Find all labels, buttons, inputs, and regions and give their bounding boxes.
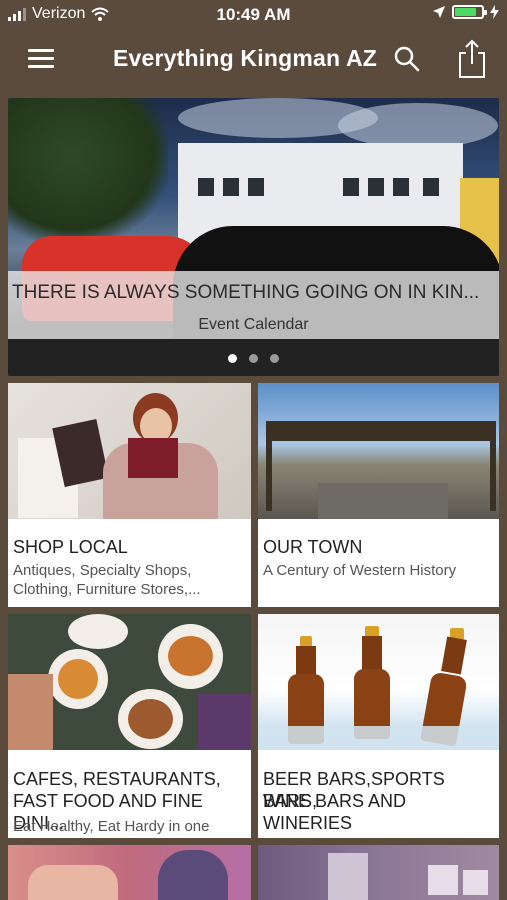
search-icon[interactable] xyxy=(393,45,421,73)
carousel-dot[interactable] xyxy=(249,354,258,363)
card-cafes-restaurants[interactable]: CAFES, RESTAURANTS, FAST FOOD AND FINE D… xyxy=(8,614,251,838)
status-bar: Verizon 10:49 AM xyxy=(0,0,507,30)
card-title-2: WINE BARS AND WINERIES xyxy=(263,791,407,833)
card-subtitle-2: Clothing, Furniture Stores,... xyxy=(13,581,201,598)
card-our-town[interactable]: OUR TOWN A Century of Western History xyxy=(258,383,499,607)
banner-subline: Event Calendar xyxy=(198,316,309,333)
card-title: OUR TOWN xyxy=(263,537,363,557)
carousel-dots[interactable] xyxy=(8,354,499,363)
cafes-image xyxy=(8,614,251,750)
beer-bars-image xyxy=(258,614,499,750)
card-partial-left[interactable] xyxy=(8,845,251,900)
status-right xyxy=(432,5,499,19)
charging-icon xyxy=(490,5,499,19)
card-title: CAFES, RESTAURANTS, xyxy=(13,769,221,789)
card-subtitle: Eat Healthy, Eat Hardy in one xyxy=(13,818,210,835)
card-subtitle: A Century of Western History xyxy=(263,562,457,579)
tree-image xyxy=(8,98,168,243)
event-calendar-banner[interactable]: THERE IS ALWAYS SOMETHING GOING ON IN KI… xyxy=(8,98,499,376)
card-title: SHOP LOCAL xyxy=(13,537,128,557)
partial-right-image xyxy=(258,845,499,900)
share-icon[interactable] xyxy=(455,39,489,79)
shop-local-image xyxy=(8,383,251,519)
status-time: 10:49 AM xyxy=(216,5,291,24)
nav-bar: Everything Kingman AZ xyxy=(0,30,507,88)
card-partial-right[interactable] xyxy=(258,845,499,900)
partial-left-image xyxy=(8,845,251,900)
carousel-dot[interactable] xyxy=(270,354,279,363)
battery-icon xyxy=(452,5,487,19)
location-arrow-icon xyxy=(433,6,445,18)
card-subtitle: Antiques, Specialty Shops, xyxy=(13,562,192,579)
card-shop-local[interactable]: SHOP LOCAL Antiques, Specialty Shops, Cl… xyxy=(8,383,251,607)
carousel-dot[interactable] xyxy=(228,354,237,363)
card-beer-bars[interactable]: BEER BARS,SPORTS BARS, WINE BARS AND WIN… xyxy=(258,614,499,838)
banner-headline: THERE IS ALWAYS SOMETHING GOING ON IN KI… xyxy=(12,282,480,303)
our-town-image xyxy=(258,383,499,519)
